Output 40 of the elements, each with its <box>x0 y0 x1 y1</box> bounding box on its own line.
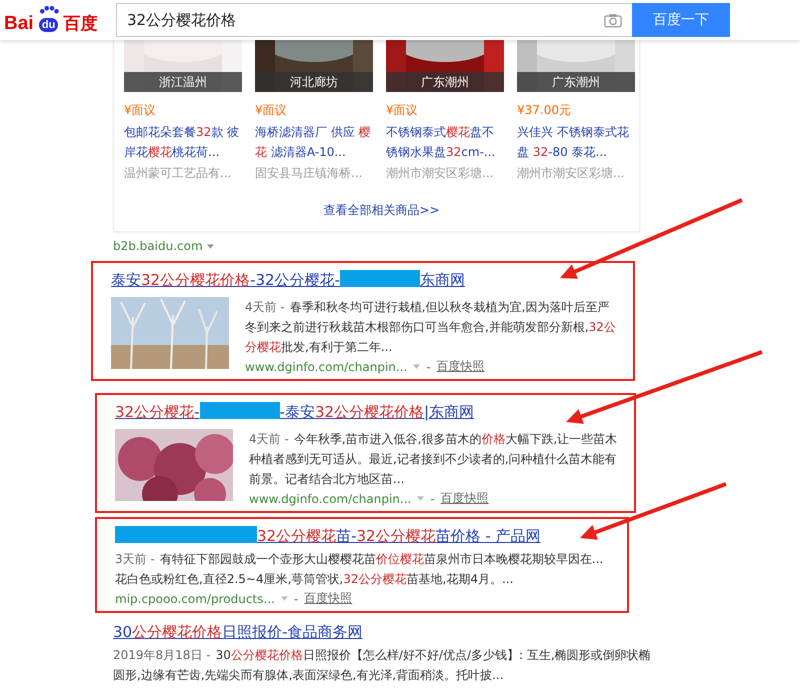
cache-link[interactable]: 百度快照 <box>440 490 489 507</box>
product-title-link[interactable]: 海桥滤清器厂 供应 樱花 滤清器A-10... <box>255 122 373 162</box>
dropdown-icon[interactable] <box>417 496 424 501</box>
seller-name: 温州蒙可工艺品有... <box>124 165 232 182</box>
search-field[interactable]: 32公分樱花价格 <box>116 3 632 37</box>
baidu-logo[interactable]: Bai du 百度 <box>4 5 108 35</box>
result-snippet: 3天前 - 有特征下部园鼓成一个壶形大山樱樱花苗价位樱花苗泉州市日本晚樱花期较早因在...花白色或粉红色,直径2.5~4厘米,萼筒管状,32公分樱花苗基地,花期4月。... <box>115 551 604 588</box>
product-title-link[interactable]: 包邮花朵套餐32款 彼岸花樱花桃花荷... <box>124 122 242 162</box>
separator: - <box>430 492 435 506</box>
location-label: 广东潮州 <box>517 72 635 92</box>
result-title-link[interactable]: 32公分樱花苗-32公分樱花苗价格 - 产品网 <box>115 525 615 547</box>
price: ¥37.00元 <box>517 102 572 119</box>
cache-link[interactable]: 百度快照 <box>436 358 485 375</box>
separator: - <box>294 592 298 606</box>
result-url: www.dginfo.com/chanpin... <box>245 360 408 374</box>
view-all-products-link[interactable]: 查看全部相关商品>> <box>124 202 639 219</box>
separator: - <box>426 360 431 374</box>
dropdown-icon[interactable] <box>206 244 214 248</box>
location-label: 河北廊坊 <box>255 72 373 92</box>
source-url: b2b.baidu.com <box>113 239 203 253</box>
cache-link[interactable]: 百度快照 <box>304 590 352 607</box>
result-snippet: 4天前 - 今年秋季,苗市进入低谷,很多苗木的价格大幅下跌,让一些苗木种植者感到无可适从。最近,记者接到不少读者的,问种植什么苗木能有前景。记者结合北方地区苗... <box>249 431 618 488</box>
result-snippet: 2019年8月18日 - 30公分樱花价格日照报价【怎么样/好不好/优点/多少钱】: 互生,椭圆形或倒卵状椭圆形,边缘有芒齿,先端尖而有腺体,表面深绿色,有光泽,背面稍淡。托叶披... <box>113 647 652 684</box>
price: ¥面议 <box>386 102 419 119</box>
dropdown-icon[interactable] <box>413 364 420 369</box>
result-url: mip.cpooo.com/products... <box>115 592 275 606</box>
camera-icon[interactable] <box>604 12 622 28</box>
result-url: www.dginfo.com/chanpin... <box>249 492 412 506</box>
location-label: 浙江温州 <box>124 72 242 92</box>
seller-name: 固安县马庄镇海桥... <box>255 165 364 182</box>
search-button[interactable]: 百度一下 <box>632 3 730 37</box>
price: ¥面议 <box>255 102 288 119</box>
price: ¥面议 <box>124 102 157 119</box>
seller-name: 潮州市潮安区彩塘... <box>517 165 626 182</box>
location-label: 广东潮州 <box>386 72 504 92</box>
result-snippet: 4天前 - 春季和秋冬均可进行栽植,但以秋冬栽植为宜,因为落叶后至严冬到来之前进行秋栽苗木根部伤口可当年愈合,并能萌发部分新根,32公分樱花批发,有利于第二年... <box>245 299 617 356</box>
dropdown-icon[interactable] <box>280 596 288 601</box>
product-title-link[interactable]: 兴佳兴 不锈钢泰式花盘 32-80 泰花... <box>517 122 635 162</box>
product-title-link[interactable]: 不锈钢泰式樱花盘不锈钢水果盘32cm-... <box>386 122 504 162</box>
seller-name: 潮州市潮安区彩塘... <box>386 165 494 182</box>
